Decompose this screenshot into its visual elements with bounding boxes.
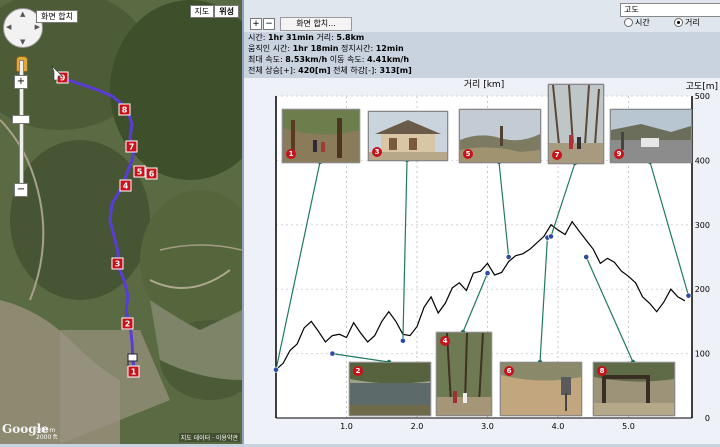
elevation-chart[interactable]: 1.0 2.0 3.0 4.0 5.0 0 100 200 300 400 500 거리 [km] 고도… <box>244 78 720 444</box>
series-select[interactable]: 고도 <box>620 3 720 17</box>
svg-text:2: 2 <box>125 320 131 329</box>
map-pane[interactable]: 9 8 7 6 5 4 3 2 1 ▲ ▼ ◀ ▶ 화면 합치 지도 위성 + … <box>0 0 244 444</box>
y-tick-label: 200 <box>695 285 710 294</box>
radio-distance-circle <box>674 18 683 27</box>
x-tick-label: 3.0 <box>481 422 494 431</box>
map-marker-3: 3 <box>111 257 124 270</box>
merge-view-button[interactable]: 화면 합치... <box>280 17 352 31</box>
photo-thumbnail-6[interactable]: 6 <box>500 362 582 416</box>
x-tick-label: 5.0 <box>622 422 635 431</box>
photo-point-7 <box>548 233 554 240</box>
x-tick-label: 1.0 <box>340 422 353 431</box>
pan-down-icon: ▼ <box>20 38 26 46</box>
svg-text:6: 6 <box>149 170 155 179</box>
photo-point-1 <box>273 366 279 373</box>
stats-line-speed: 최대 속도: 8.53km/h 이동 속도: 4.41km/h <box>248 55 410 64</box>
photo-thumbnail-5[interactable]: 5 <box>459 109 541 163</box>
y-tick-label: 0 <box>705 414 710 423</box>
x-tick-label: 2.0 <box>411 422 424 431</box>
map-marker-4: 4 <box>119 179 132 192</box>
map-type-satellite[interactable]: 위성 <box>214 5 239 18</box>
map-scale: 500 m 2000 ft <box>36 427 58 441</box>
photo-point-5 <box>505 254 512 260</box>
photo-point-4 <box>484 270 491 276</box>
photo-point-9 <box>685 292 692 299</box>
stats-line-moving: 움직인 시간: 1hr 18min 정지시간: 12min <box>248 44 404 53</box>
x-axis-title: 거리 [km] <box>464 79 504 90</box>
pan-up-icon: ▲ <box>20 10 26 18</box>
zoom-in-button[interactable]: + <box>14 75 28 89</box>
photo-point-3 <box>400 337 406 344</box>
svg-text:8: 8 <box>122 106 128 115</box>
photo-thumbnail-4[interactable]: 4 <box>436 332 492 416</box>
svg-text:1: 1 <box>131 368 137 377</box>
photo-thumbnail-2[interactable]: 2 <box>349 362 431 416</box>
photo-thumbnail-7[interactable]: 7 <box>548 84 604 164</box>
map-type-toggle[interactable]: 지도 위성 <box>189 5 239 18</box>
photo-point-8 <box>583 254 590 260</box>
zoom-out-button[interactable]: − <box>14 183 28 197</box>
zoom-slider-thumb[interactable] <box>12 115 30 124</box>
y-axis-title: 고도[m] <box>686 82 718 92</box>
photo-thumbnail-8[interactable]: 8 <box>593 362 675 416</box>
y-tick-label: 500 <box>695 92 710 101</box>
pan-left-icon: ◀ <box>6 23 12 31</box>
stats-line-time: 시간: 1hr 31min 거리: 5.8km <box>248 33 365 42</box>
map-merge-button[interactable]: 화면 합치 <box>36 10 78 23</box>
map-marker-7: 7 <box>125 140 138 153</box>
map-marker-2: 2 <box>121 317 134 330</box>
map-marker-5: 5 <box>133 165 146 178</box>
y-tick-label: 100 <box>695 350 710 359</box>
photo-thumbnail-9[interactable]: 9 <box>610 109 692 163</box>
map-attribution[interactable]: 지도 데이터 · 이용약관 <box>178 433 240 442</box>
radio-distance[interactable]: 거리 <box>674 17 700 28</box>
radio-time[interactable]: 시간 <box>624 17 650 28</box>
photo-point-2 <box>329 350 336 357</box>
svg-text:7: 7 <box>129 143 135 152</box>
satellite-map[interactable]: 9 8 7 6 5 4 3 2 1 <box>0 0 242 444</box>
stats-line-elevation: 전체 상승[+]: 420[m] 전체 하강[-]: 313[m] <box>248 66 412 75</box>
pan-right-icon: ▶ <box>34 23 40 31</box>
y-tick-label: 300 <box>695 221 710 230</box>
zoom-in-chart-button[interactable]: + <box>250 18 262 30</box>
radio-time-circle <box>624 18 633 27</box>
svg-text:5: 5 <box>137 168 143 177</box>
map-type-map[interactable]: 지도 <box>189 5 215 18</box>
zoom-out-chart-button[interactable]: − <box>263 18 275 30</box>
map-marker-8: 8 <box>118 103 131 116</box>
y-tick-label: 400 <box>695 156 710 165</box>
svg-text:3: 3 <box>115 260 121 269</box>
track-stats: 시간: 1hr 31min 거리: 5.8km 움직인 시간: 1hr 18mi… <box>248 32 412 76</box>
toolbar: + − 화면 합치... 고도 시간 거리 <box>244 0 720 32</box>
svg-text:4: 4 <box>123 182 129 191</box>
photo-thumbnail-1[interactable]: 1 <box>282 109 360 163</box>
map-marker-6: 6 <box>145 167 158 180</box>
x-tick-label: 4.0 <box>552 422 565 431</box>
map-marker-1: 1 <box>127 365 140 378</box>
chart-pane: + − 화면 합치... 고도 시간 거리 시간: 1hr 31min 거리: … <box>244 0 720 444</box>
photo-thumbnail-3[interactable]: 3 <box>368 111 448 161</box>
